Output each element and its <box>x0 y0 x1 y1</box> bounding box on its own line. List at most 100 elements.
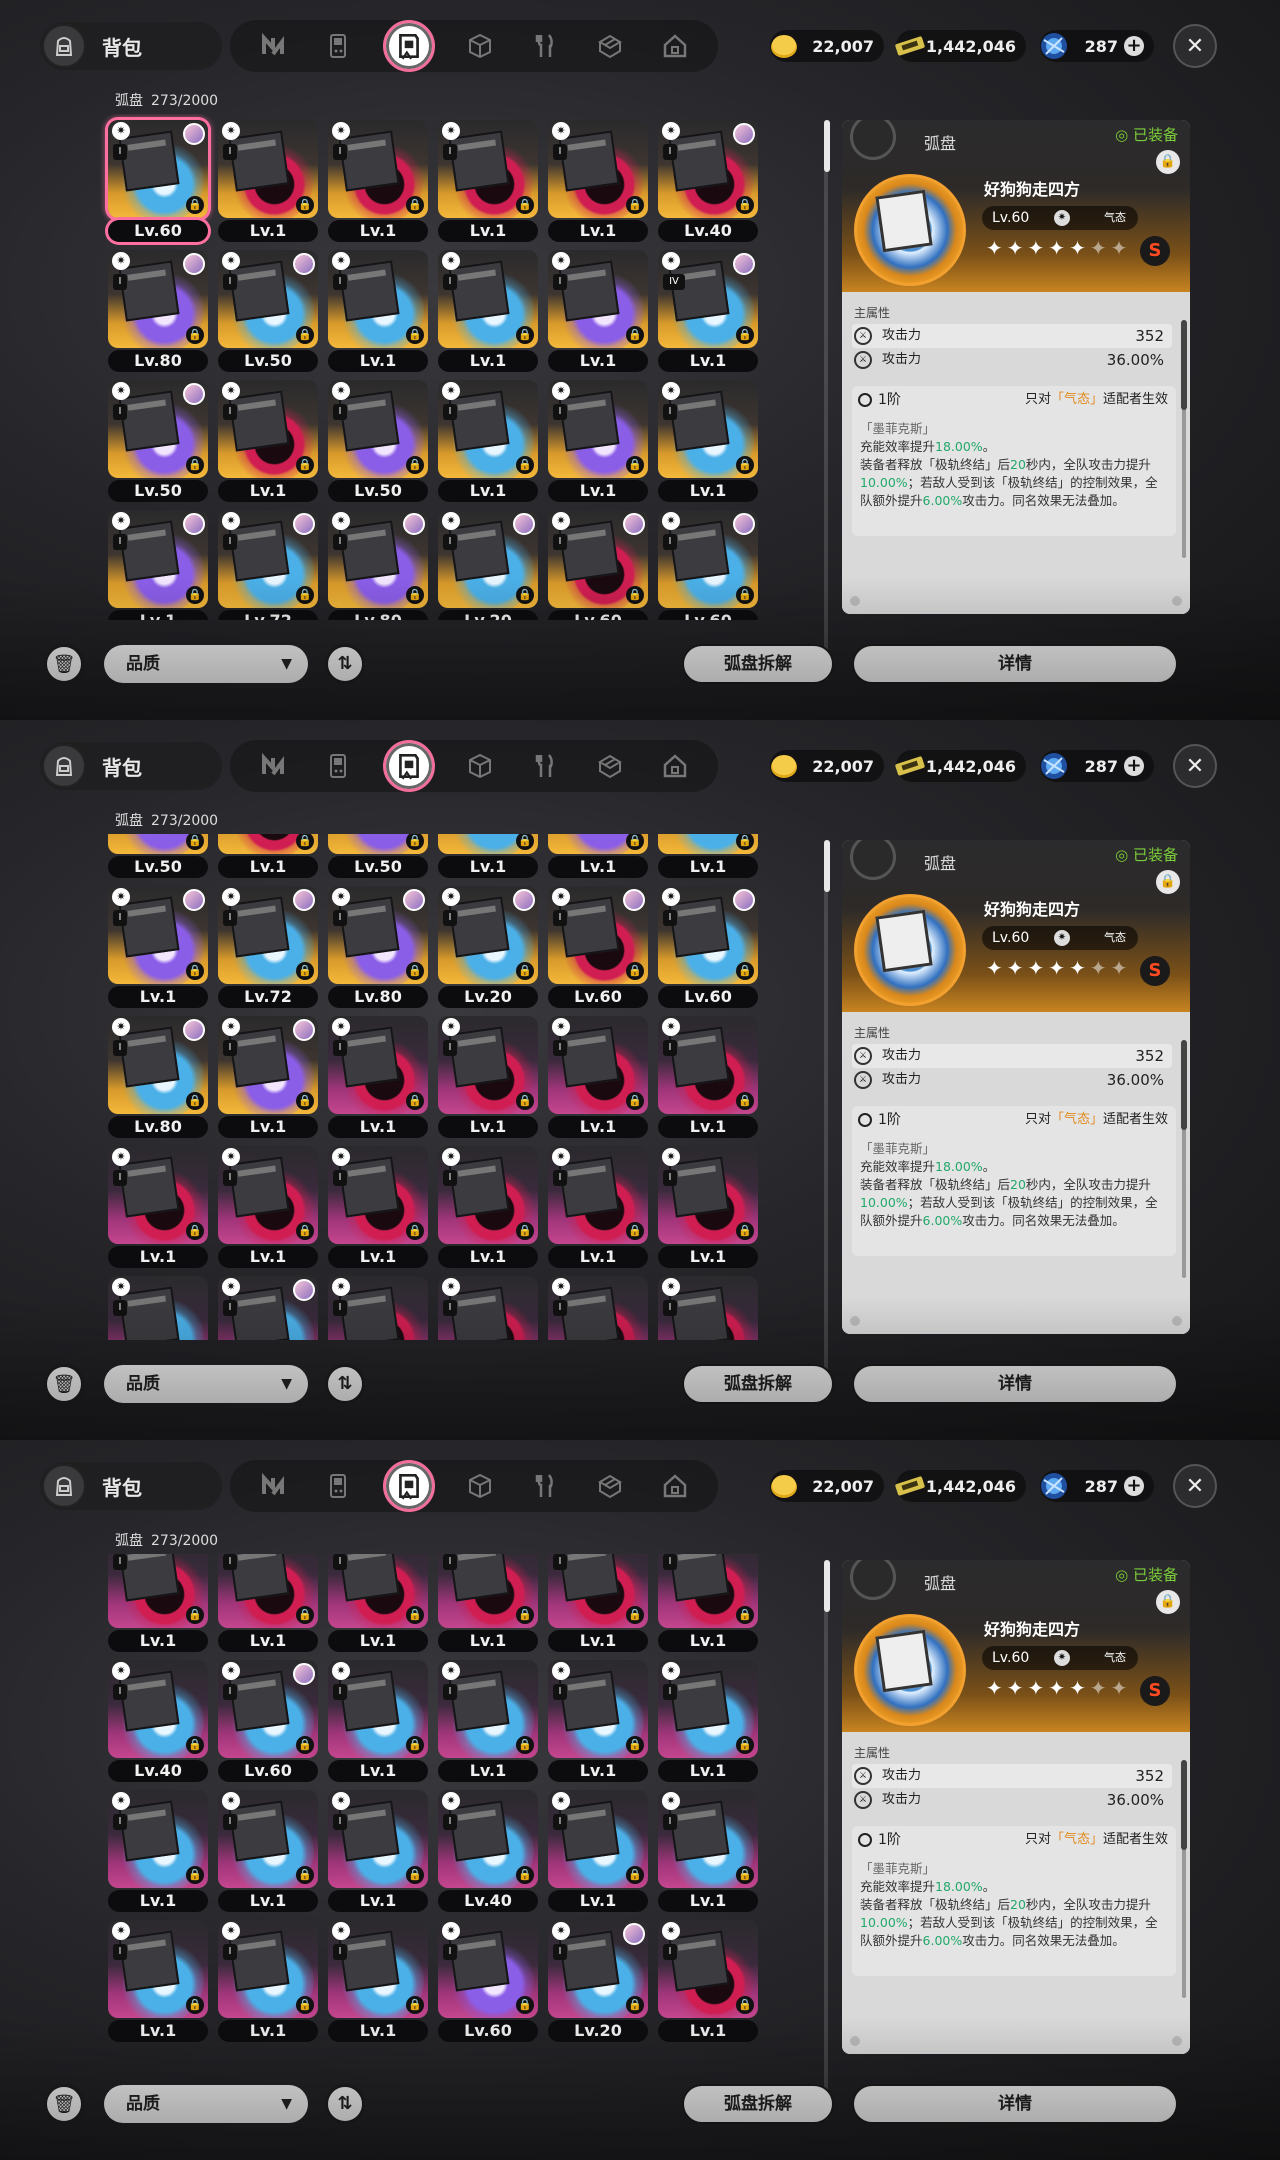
close-button[interactable]: ✕ <box>1173 24 1217 68</box>
add-polychrome-button[interactable]: + <box>1124 1476 1144 1496</box>
tab-discs[interactable] <box>382 740 435 792</box>
tab-agents[interactable] <box>253 746 293 786</box>
detail-scrollbar[interactable] <box>1181 1760 1187 1998</box>
disc-card[interactable]: ✷ I 🔒 Lv.40 <box>438 1790 538 1912</box>
disc-card[interactable]: ✷I🔒Lv.1 <box>218 834 318 878</box>
disc-card[interactable]: ✷I🔒Lv.50 <box>328 380 428 502</box>
disc-card[interactable]: ✷I🔒Lv.1 <box>548 1790 648 1912</box>
grid-scrollbar-thumb[interactable] <box>824 840 830 892</box>
dismantle-mode-button[interactable]: 🗑 <box>44 644 84 684</box>
dismantle-mode-button[interactable]: 🗑 <box>44 1364 84 1404</box>
disc-card[interactable]: ✷I🔒Lv.1 <box>548 1554 648 1652</box>
grid-scrollbar-thumb[interactable] <box>824 1560 830 1612</box>
tab-food[interactable] <box>525 26 565 66</box>
disc-card[interactable]: ✷I🔒Lv.1 <box>328 1790 428 1912</box>
disc-card[interactable]: ✷I🔒Lv.1 <box>548 1660 648 1782</box>
disc-card[interactable]: ✷I🔒Lv.1 <box>218 1790 318 1912</box>
disc-card[interactable]: ✷ I 🔒 Lv.80 <box>328 510 428 620</box>
tab-food[interactable] <box>525 1466 565 1506</box>
disc-card[interactable]: ✷ I 🔒 Lv.20 <box>438 886 538 1008</box>
disc-card[interactable]: ✷ IV 🔒 Lv.1 <box>658 250 758 372</box>
disc-card[interactable]: ✷I🔒Lv.1 <box>548 380 648 502</box>
quality-filter-dropdown[interactable]: 品质 ▼ <box>104 2085 308 2123</box>
disc-card[interactable]: ✷I🔒Lv.1 <box>438 1016 538 1138</box>
lock-toggle-button[interactable]: 🔒 <box>1156 870 1180 894</box>
disc-card[interactable]: ✷ I 🔒 Lv.60 <box>658 886 758 1008</box>
tab-wengines[interactable] <box>318 746 358 786</box>
disc-card[interactable]: ✷I🔒Lv.1 <box>438 1660 538 1782</box>
grid-scrollbar-thumb[interactable] <box>824 120 830 172</box>
dismantle-button[interactable]: 弧盘拆解 <box>682 1364 834 1404</box>
disc-card[interactable]: ✷I🔒Lv.1 <box>108 1790 208 1912</box>
dismantle-button[interactable]: 弧盘拆解 <box>682 644 834 684</box>
tab-food[interactable] <box>525 746 565 786</box>
disc-card[interactable]: ✷I🔒Lv.1 <box>548 1016 648 1138</box>
tab-wengines[interactable] <box>318 1466 358 1506</box>
close-button[interactable]: ✕ <box>1173 744 1217 788</box>
sort-order-button[interactable]: ⇅ <box>325 644 365 684</box>
disc-card[interactable]: ✷I🔒Lv.1 <box>108 1146 208 1268</box>
disc-card[interactable]: ✷I🔒 <box>438 1276 538 1340</box>
disc-card[interactable]: ✷I🔒 <box>328 1276 428 1340</box>
sort-order-button[interactable]: ⇅ <box>325 1364 365 1404</box>
tab-materials[interactable] <box>460 746 500 786</box>
disc-card[interactable]: ✷ I 🔒 Lv.60 <box>438 1920 538 2042</box>
tab-materials[interactable] <box>460 1466 500 1506</box>
backpack-button[interactable]: 背包 <box>40 22 222 70</box>
disc-card[interactable]: ✷ I 🔒 Lv.40 <box>108 1660 208 1782</box>
disc-card[interactable]: ✷I🔒Lv.1 <box>548 834 648 878</box>
disc-card[interactable]: ✷I🔒Lv.1 <box>328 1660 428 1782</box>
detail-button[interactable]: 详情 <box>852 1364 1178 1404</box>
tab-agents[interactable] <box>253 26 293 66</box>
disc-card[interactable]: ✷ I 🔒 Lv.60 <box>548 510 648 620</box>
close-button[interactable]: ✕ <box>1173 1464 1217 1508</box>
lock-toggle-button[interactable]: 🔒 <box>1156 1590 1180 1614</box>
tab-items[interactable] <box>590 26 630 66</box>
disc-card[interactable]: ✷I🔒Lv.1 <box>658 1790 758 1912</box>
disc-card[interactable]: ✷I🔒Lv.1 <box>108 1920 208 2042</box>
disc-card[interactable]: ✷I🔒Lv.1 <box>218 1554 318 1652</box>
tab-items[interactable] <box>590 1466 630 1506</box>
disc-card[interactable]: ✷I🔒 <box>108 1276 208 1340</box>
tab-house[interactable] <box>655 26 695 66</box>
disc-card[interactable]: ✷I🔒Lv.1 <box>658 834 758 878</box>
disc-card[interactable]: ✷ I 🔒 Lv.80 <box>108 1016 208 1138</box>
disc-card[interactable]: ✷I🔒Lv.1 <box>438 834 538 878</box>
detail-button[interactable]: 详情 <box>852 644 1178 684</box>
disc-card[interactable]: ✷I🔒Lv.1 <box>328 1554 428 1652</box>
disc-card[interactable]: ✷I🔒Lv.1 <box>108 886 208 1008</box>
add-polychrome-button[interactable]: + <box>1124 36 1144 56</box>
disc-card[interactable]: ✷I🔒Lv.1 <box>218 120 318 242</box>
disc-card[interactable]: ✷I🔒Lv.1 <box>548 1146 648 1268</box>
disc-card[interactable]: ✷I🔒Lv.50 <box>108 380 208 502</box>
disc-card[interactable]: ✷ I 🔒 Lv.80 <box>328 886 428 1008</box>
disc-card[interactable]: ✷I🔒Lv.1 <box>548 250 648 372</box>
tab-discs[interactable] <box>382 1460 435 1512</box>
disc-card[interactable]: ✷I🔒Lv.1 <box>438 250 538 372</box>
disc-card[interactable]: ✷ I 🔒 Lv.60 <box>548 886 648 1008</box>
disc-card[interactable]: ✷I🔒Lv.1 <box>108 1554 208 1652</box>
tab-agents[interactable] <box>253 1466 293 1506</box>
disc-card[interactable]: ✷I🔒Lv.1 <box>328 250 428 372</box>
disc-card[interactable]: ✷I🔒Lv.1 <box>218 1920 318 2042</box>
disc-card[interactable]: ✷I🔒Lv.1 <box>658 1016 758 1138</box>
disc-card[interactable]: ✷ I 🔒 Lv.20 <box>438 510 538 620</box>
disc-card[interactable]: ✷I🔒Lv.1 <box>218 1146 318 1268</box>
disc-card[interactable]: ✷I🔒Lv.1 <box>438 380 538 502</box>
add-polychrome-button[interactable]: + <box>1124 756 1144 776</box>
disc-card[interactable]: ✷I🔒Lv.1 <box>658 1660 758 1782</box>
tab-wengines[interactable] <box>318 26 358 66</box>
backpack-button[interactable]: 背包 <box>40 742 222 790</box>
disc-card[interactable]: ✷I🔒Lv.1 <box>438 1554 538 1652</box>
disc-card[interactable]: ✷ I 🔒 Lv.72 <box>218 510 318 620</box>
tab-house[interactable] <box>655 1466 695 1506</box>
disc-card[interactable]: ✷I🔒Lv.1 <box>108 510 208 620</box>
backpack-button[interactable]: 背包 <box>40 1462 222 1510</box>
detail-scrollbar[interactable] <box>1181 1040 1187 1278</box>
disc-card[interactable]: ✷I🔒Lv.50 <box>108 834 208 878</box>
tab-house[interactable] <box>655 746 695 786</box>
disc-card[interactable]: ✷I🔒Lv.1 <box>658 1146 758 1268</box>
disc-card[interactable]: ✷I🔒Lv.1 <box>328 120 428 242</box>
tab-discs[interactable] <box>382 20 435 72</box>
disc-card[interactable]: ✷I🔒Lv.50 <box>328 834 428 878</box>
